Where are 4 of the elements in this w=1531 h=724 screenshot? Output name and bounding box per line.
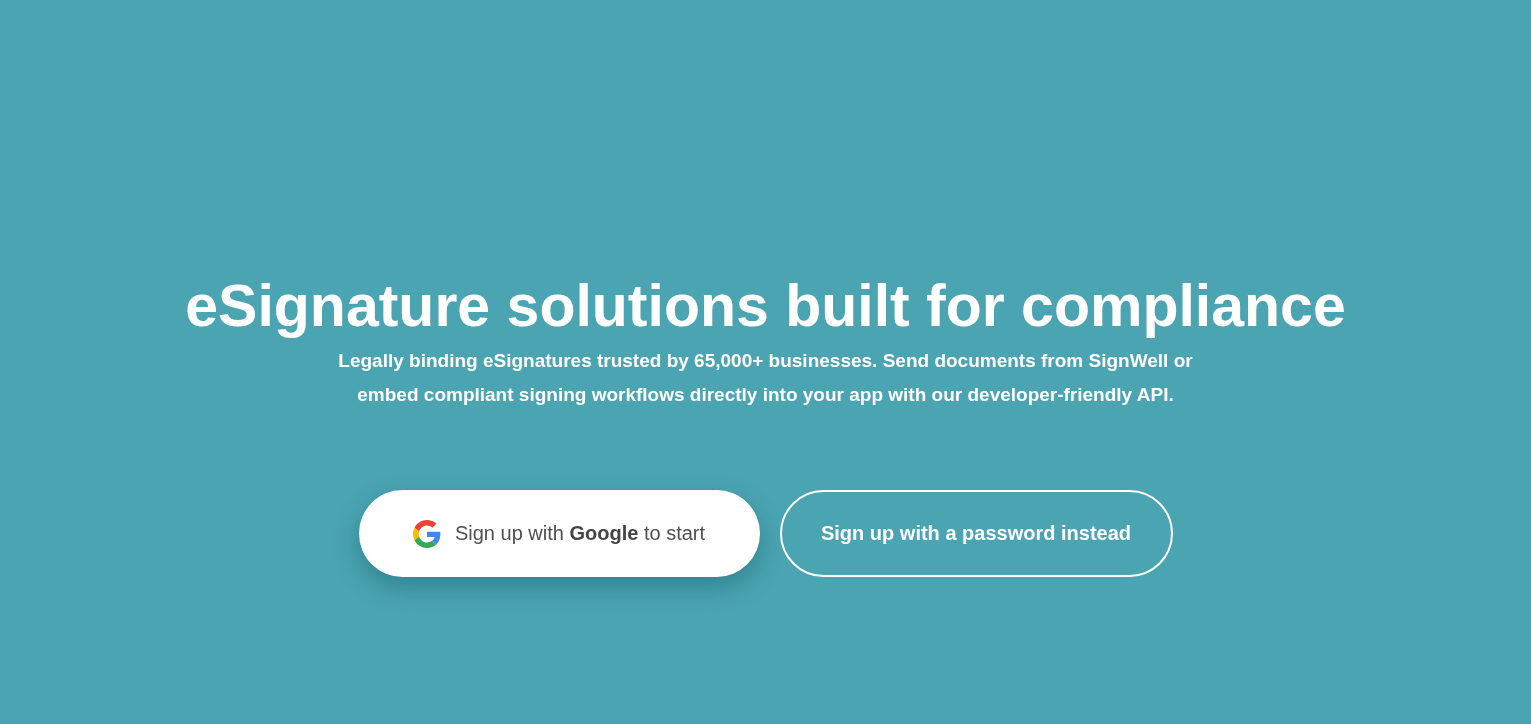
- google-icon: [412, 519, 441, 548]
- google-signup-button[interactable]: Sign up with Google to start: [358, 490, 760, 577]
- hero-subtitle: Legally binding eSignatures trusted by 65,000+ businesses. Send documents from SignWell or embed compliant signing workflows directly into your app with our developer-friendly API.: [337, 349, 1194, 407]
- hero-title: eSignature solutions built for compliance: [185, 272, 1346, 341]
